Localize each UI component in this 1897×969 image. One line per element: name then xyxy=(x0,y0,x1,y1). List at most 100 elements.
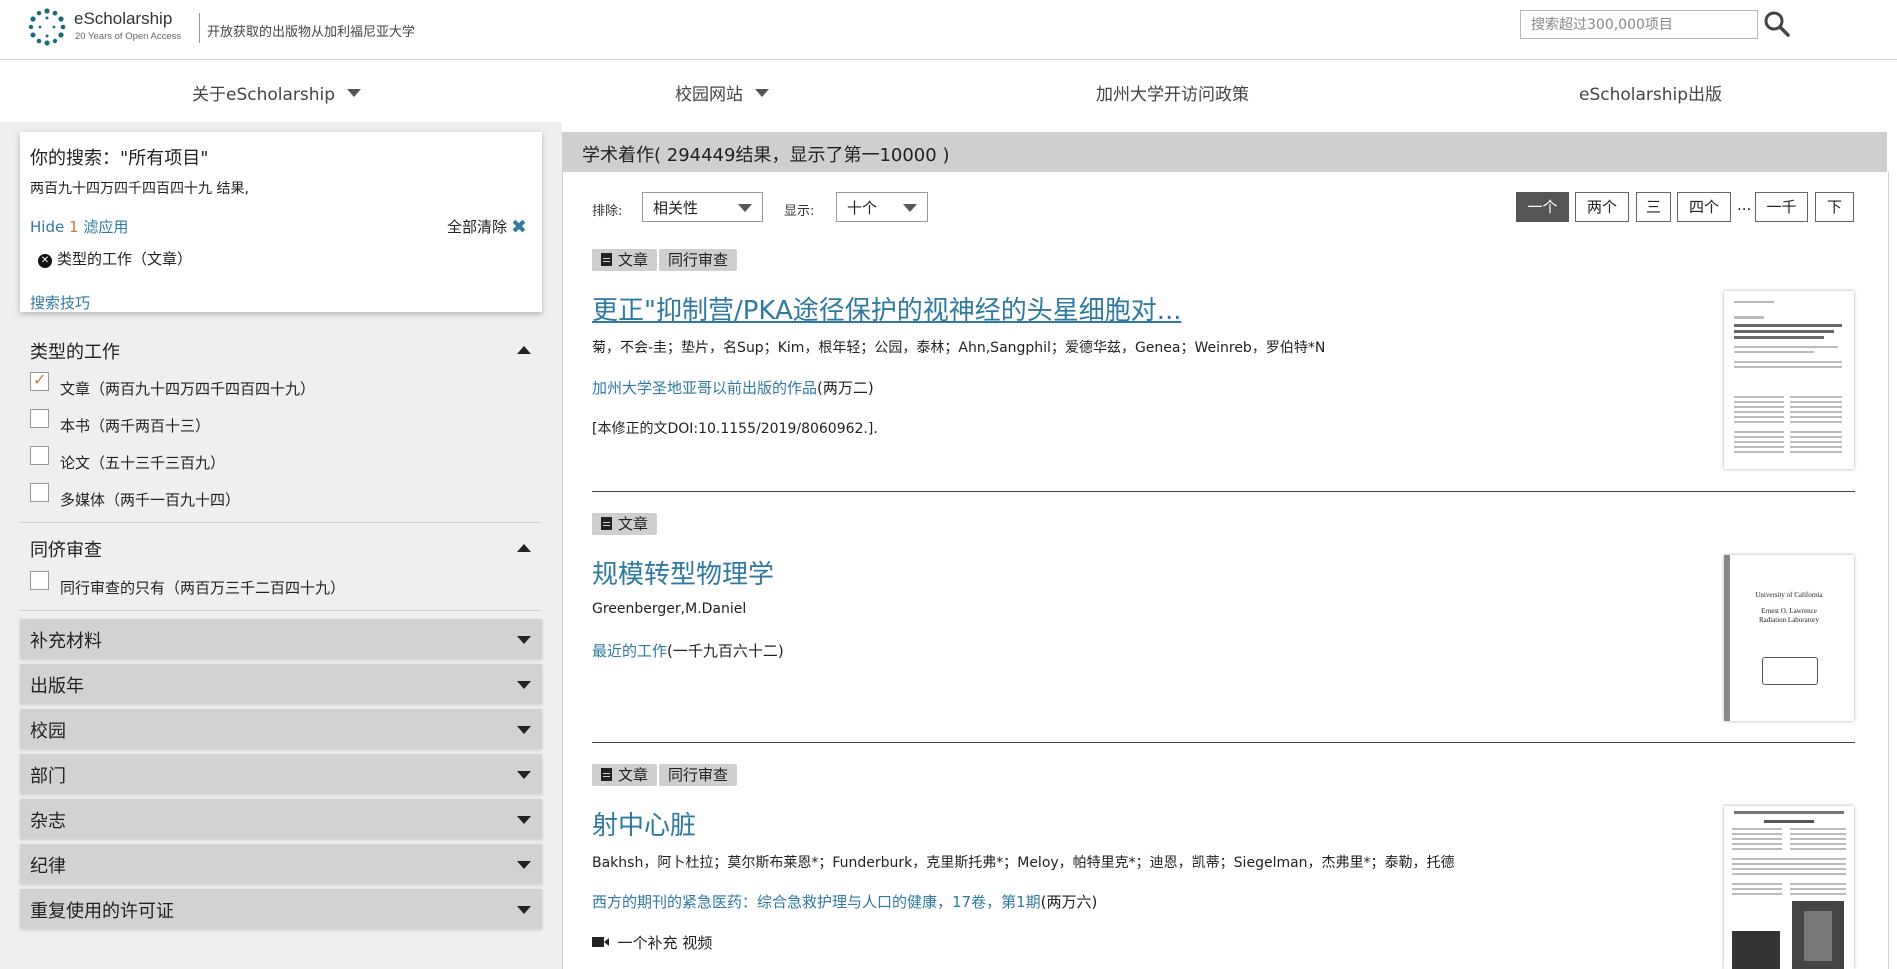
facet-pub-year[interactable]: 出版年 xyxy=(20,664,542,704)
hide-filters-link[interactable]: Hide 1 滤应用 xyxy=(30,216,128,237)
clear-all-label: 全部清除 xyxy=(447,218,508,236)
nav-oa-label: 加州大学开访问政策 xyxy=(1096,85,1249,105)
logo-divider xyxy=(199,13,200,43)
tag-article: 文章 xyxy=(592,764,658,786)
active-filter-chip[interactable]: ✕ 类型的工作（文章） xyxy=(38,248,192,269)
search-input[interactable] xyxy=(1520,10,1758,39)
work-type-thesis-label[interactable]: 论文（五十三千三百九） xyxy=(60,452,225,473)
next-page-button[interactable]: 下 xyxy=(1815,192,1854,222)
chevron-down-icon xyxy=(517,816,531,824)
nav-campus-sites[interactable]: 校园网站 xyxy=(675,80,769,105)
thumbnail-box xyxy=(1762,657,1818,685)
sort-select[interactable]: 相关性 xyxy=(642,192,763,222)
facet-license[interactable]: 重复使用的许可证 xyxy=(20,889,542,929)
checkbox-work-type-book[interactable] xyxy=(30,409,49,428)
document-thumbnail-icon xyxy=(1732,811,1846,969)
facet-campus[interactable]: 校园 xyxy=(20,709,542,749)
site-tagline: 开放获取的出版物从加利福尼亚大学 xyxy=(207,25,416,40)
thumbnail-text-1: University of California xyxy=(1755,591,1823,599)
search-tips-link[interactable]: 搜索技巧 xyxy=(30,292,90,313)
page-1-button[interactable]: 一个 xyxy=(1516,192,1569,222)
facet-peer-review-title[interactable]: 同侪审查 xyxy=(30,536,102,562)
search-summary-box: 你的搜索："所有项目" 两百九十四万四千四百四十九 结果, Hide 1 滤应用… xyxy=(20,132,542,312)
work-type-book-label[interactable]: 本书（两千两百十三） xyxy=(60,415,210,436)
remove-filter-icon[interactable]: ✕ xyxy=(38,254,52,268)
result-separator xyxy=(592,491,1855,492)
logo-subtitle: 20 Years of Open Access xyxy=(75,31,182,42)
checkbox-peer-reviewed[interactable] xyxy=(30,571,49,590)
main-nav: 关于eScholarship 校园网站 加州大学开访问政策 eScholarsh… xyxy=(0,59,1897,123)
page-3-button[interactable]: 三 xyxy=(1636,192,1671,222)
search-icon[interactable] xyxy=(1762,9,1792,39)
result-2-thumbnail[interactable]: University of California Ernest O. Lawre… xyxy=(1724,555,1854,721)
chevron-down-icon xyxy=(738,204,752,212)
logo-title[interactable]: eScholarship xyxy=(74,9,172,29)
nav-publishing[interactable]: eScholarship出版 xyxy=(1579,80,1722,105)
show-label: 显示: xyxy=(784,204,815,219)
facet-journal[interactable]: 杂志 xyxy=(20,799,542,839)
result-3-publication[interactable]: 西方的期刊的紧急医药：综合急救护理与人口的健康，17卷，第1期(两万六) xyxy=(592,891,1097,912)
chevron-down-icon xyxy=(517,906,531,914)
peer-reviewed-label[interactable]: 同行审查的只有（两百万三千二百四十九） xyxy=(60,577,345,598)
result-1-authors: 菊，不会-圭；垫片，名Sup；Kim，根年轻；公园，泰林；Ahn,Sangphi… xyxy=(592,340,1326,356)
facet-department-label: 部门 xyxy=(30,766,66,787)
chevron-down-icon xyxy=(517,861,531,869)
results-header: 学术着作( 294449结果，显示了第一10000 ) xyxy=(562,132,1887,172)
facet-license-label: 重复使用的许可证 xyxy=(30,901,174,922)
page-4-button[interactable]: 四个 xyxy=(1677,192,1731,222)
escholarship-logo-icon[interactable] xyxy=(28,8,66,46)
sort-value: 相关性 xyxy=(653,199,699,217)
chevron-up-icon[interactable] xyxy=(517,346,531,354)
page-size-select[interactable]: 十个 xyxy=(836,192,928,222)
facet-department[interactable]: 部门 xyxy=(20,754,542,794)
chevron-up-icon[interactable] xyxy=(517,544,531,552)
thumbnail-binding xyxy=(1724,555,1730,721)
facet-supplemental-label: 补充材料 xyxy=(30,631,102,652)
nav-about[interactable]: 关于eScholarship xyxy=(192,80,362,105)
work-type-article-label[interactable]: 文章（两百九十四万四千四百四十九） xyxy=(60,378,315,399)
result-2-title[interactable]: 规模转型物理学 xyxy=(592,554,774,591)
divider xyxy=(20,610,542,611)
result-1-title[interactable]: 更正"抑制营/PKA途径保护的视神经的头星细胞对... xyxy=(592,290,1182,327)
tag-peer-reviewed: 同行审查 xyxy=(659,249,738,271)
hide-suffix: 滤应用 xyxy=(83,218,129,236)
results-panel: 学术着作( 294449结果，显示了第一10000 ) 排除: 相关性 显示: … xyxy=(562,122,1897,969)
tag-article: 文章 xyxy=(592,249,658,271)
sort-label: 排除: xyxy=(592,204,623,219)
result-1-thumbnail[interactable] xyxy=(1724,291,1854,469)
work-type-multimedia-label[interactable]: 多媒体（两千一百九十四） xyxy=(60,489,240,510)
facet-discipline[interactable]: 纪律 xyxy=(20,844,542,884)
result-3-title[interactable]: 射中心脏 xyxy=(592,805,696,842)
result-1-note: [本修正的文DOI:10.1155/2019/8060962.]. xyxy=(592,421,878,437)
chevron-down-icon xyxy=(347,89,362,97)
result-1-year: (两万二) xyxy=(817,379,874,397)
page-last-button[interactable]: 一千 xyxy=(1755,192,1808,222)
hide-count: 1 xyxy=(68,218,79,236)
tag-peer-reviewed: 同行审查 xyxy=(659,764,738,786)
result-3-supplement[interactable]: 一个补充 视频 xyxy=(592,932,712,953)
nav-oa-policy[interactable]: 加州大学开访问政策 xyxy=(1096,80,1249,105)
result-separator xyxy=(592,742,1855,743)
thumbnail-text-3: Radiation Laboratory xyxy=(1758,616,1820,624)
facet-discipline-label: 纪律 xyxy=(30,856,66,877)
clear-all-button[interactable]: 全部清除 ✖ xyxy=(447,216,527,238)
facet-supplemental[interactable]: 补充材料 xyxy=(20,619,542,659)
document-icon xyxy=(601,253,612,266)
result-1-publication[interactable]: 加州大学圣地亚哥以前出版的作品(两万二) xyxy=(592,377,874,398)
facet-campus-label: 校园 xyxy=(30,721,66,742)
checkbox-work-type-multimedia[interactable] xyxy=(30,483,49,502)
chevron-down-icon xyxy=(903,204,917,212)
result-count: 两百九十四万四千四百四十九 结果, xyxy=(30,181,249,197)
result-2-year: (一千九百六十二) xyxy=(667,642,784,660)
result-3-thumbnail[interactable] xyxy=(1724,806,1854,969)
facet-work-type-title[interactable]: 类型的工作 xyxy=(30,338,120,364)
checkbox-work-type-thesis[interactable] xyxy=(30,446,49,465)
result-2-publication[interactable]: 最近的工作(一千九百六十二) xyxy=(592,640,784,661)
filter-sidebar: 你的搜索："所有项目" 两百九十四万四千四百四十九 结果, Hide 1 滤应用… xyxy=(0,122,563,969)
nav-about-label: 关于eScholarship xyxy=(192,85,336,105)
result-3-supplement-label: 一个补充 视频 xyxy=(617,934,713,952)
pagination-ellipsis: ... xyxy=(1737,196,1752,214)
checkbox-work-type-article[interactable] xyxy=(30,370,49,391)
page-2-button[interactable]: 两个 xyxy=(1575,192,1629,222)
chevron-down-icon xyxy=(517,681,531,689)
